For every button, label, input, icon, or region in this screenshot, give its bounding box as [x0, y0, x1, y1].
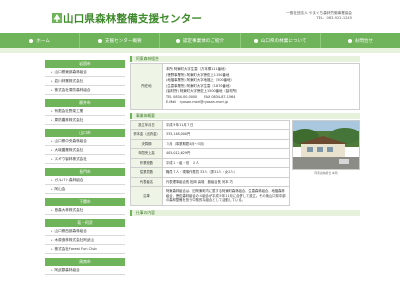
site-title[interactable]: 山口県森林整備支援センター [63, 11, 202, 26]
sidebar-link[interactable]: 阿武郡森林組合 [45, 266, 125, 275]
sidebar-link[interactable]: 岩川林業株式会社 [45, 77, 125, 86]
sidebar-group-heading: 長門市 [45, 168, 125, 176]
nav-label: お問合せ [354, 38, 374, 44]
overview-value: 335,148,000円 [162, 129, 290, 140]
photo-block: 阿東森林組合 本所 [292, 119, 360, 206]
nav-label: 認定事業体のご紹介 [182, 38, 225, 44]
office-building-image [293, 120, 359, 169]
overview-table: 設立年月日 平成９年11月７日 資本金（出資金） 335,148,000円 決算期 ３月（… [130, 119, 290, 206]
sidebar-link[interactable]: 周防農林株式会社 [45, 116, 125, 125]
address-label: 所在地 [130, 63, 163, 110]
sidebar-group-heading: 下関市 [45, 198, 125, 206]
photo-caption: 阿東森林組合 本所 [314, 170, 338, 175]
address-value: 本所 阿東町大字生雲（万本郷111番地） (徳野事業所) 阿東町大字徳佐上1150… [162, 63, 360, 110]
nav-label: ホーム [36, 38, 50, 44]
overview-label: 設立年月日 [130, 119, 163, 130]
sidebar-link[interactable]: 株式会社Forest Fun Club [45, 245, 125, 254]
overview-value: 職員７人・現場作業員 33人（男31人・女2人） [162, 167, 290, 178]
overview-label: 資本金（出資金） [130, 129, 163, 140]
overview-row: 設立年月日 平成９年11月７日 [130, 119, 290, 130]
address-line: E-Mail ryosan-mori@ryosan-mori.jp [166, 100, 229, 104]
sidebar-link[interactable]: 山口県東部森林組合 [45, 68, 125, 77]
nav-home[interactable]: ホーム [0, 33, 81, 48]
sidebar-group-heading: 萩・阿武 [45, 219, 125, 227]
site-header: 山口県森林整備支援センター 一般社団法人 やまぐち森林労働事業協会 TEL：08… [0, 0, 400, 30]
overview-value: 阿東森林組合は、旧阿東町内に属する阿東町森林組合、生雲森林組合、地福森林組合、徳… [162, 186, 290, 206]
overview-block: 設立年月日 平成９年11月７日 資本金（出資金） 335,148,000円 決算期 ３月（… [130, 119, 360, 206]
bullet-icon [29, 38, 34, 43]
bullet-icon [253, 38, 258, 43]
sidebar-link[interactable]: 山口県西部森林組合 [45, 227, 125, 236]
section-title-work: 仕事の内容 [130, 209, 360, 216]
sidebar-link[interactable]: 阿山会 [45, 185, 125, 194]
sidebar-group-heading: 柳井市 [45, 99, 125, 107]
nav-label: 支援センター概要 [104, 38, 142, 44]
sidebar-link[interactable]: 株式会社周防森林組合 [45, 86, 125, 95]
sidebar-link[interactable]: 有限会社野菜工業 [45, 107, 125, 116]
nav-yamaguchi-forestry[interactable]: 山口県の林業について [241, 33, 321, 48]
main-nav: ホーム 支援センター概要 認定事業体のご紹介 山口県の林業について お問合せ [0, 33, 400, 48]
sidebar-link[interactable]: 島森大林株式会社 [45, 206, 125, 215]
overview-row: 作業班数 平成１・組・班 ２人 [130, 157, 290, 168]
overview-label: 従業員数 [130, 167, 163, 178]
nav-certified-entities[interactable]: 認定事業体のご紹介 [160, 33, 241, 48]
overview-row: 従業員数 職員７人・現場作業員 33人（男31人・女2人） [130, 167, 290, 178]
overview-label: 作業班数 [130, 157, 163, 168]
overview-label: 代表者名 [130, 176, 163, 187]
org-phone: TEL：083-922-1245 [316, 16, 352, 20]
overview-label: 沿革 [130, 186, 163, 206]
overview-row: 代表者名 代表理事組合長 松岡 喜雄 副組合長 河本 巧 [130, 176, 290, 187]
nav-underline [0, 48, 400, 53]
overview-row: 資本金（出資金） 335,148,000円 [130, 129, 290, 140]
overview-row: 沿革 阿東森林組合は、旧阿東町内に属する阿東町森林組合、生雲森林組合、地福森林組合… [130, 186, 290, 206]
address-table: 所在地 本所 阿東町大字生雲（万本郷111番地） (徳野事業所) 阿東町大字徳佐上… [130, 63, 360, 110]
nav-center-overview[interactable]: 支援センター概要 [80, 33, 161, 48]
header-contact: 一般社団法人 やまぐち森林労働事業協会 TEL：083-922-1245 [286, 11, 352, 21]
sidebar-group-heading: 山口市 [45, 129, 125, 137]
sidebar: 岩国市山口県東部森林組合岩川林業株式会社株式会社周防森林組合柳井市有限会社野菜工… [45, 60, 125, 279]
sidebar-link[interactable]: ガルバト森林組合 [45, 176, 125, 185]
overview-value: 代表理事組合長 松岡 喜雄 副組合長 河本 巧 [162, 176, 290, 187]
overview-value: 平成９年11月７日 [162, 119, 290, 130]
sidebar-link[interactable]: 山口県中央森林組合 [45, 137, 125, 146]
overview-row: 年間売上高 405,012,629円 [130, 148, 290, 159]
sidebar-group-heading: 岩国市 [45, 60, 125, 68]
overview-value: 平成１・組・班 ２人 [162, 157, 290, 168]
nav-contact[interactable]: お問合せ [321, 33, 400, 48]
bullet-icon [175, 38, 180, 43]
overview-label: 決算期 [130, 138, 163, 149]
bullet-icon [347, 38, 352, 43]
overview-label: 年間売上高 [130, 148, 163, 159]
tree-logo-icon [52, 13, 62, 23]
sidebar-link[interactable]: 木原造林株式会社阿武山 [45, 236, 125, 245]
nav-label: 山口県の林業について [260, 38, 307, 44]
overview-value: ３月（事業期間4月～3月） [162, 138, 290, 149]
main-content: 阿東森林組合 所在地 本所 阿東町大字生雲（万本郷111番地） (徳野事業所) 阿… [130, 56, 360, 217]
overview-row: 決算期 ３月（事業期間4月～3月） [130, 138, 290, 149]
section-title-entity: 阿東森林組合 [130, 56, 360, 62]
section-title-overview: 事業体概要 [130, 112, 360, 119]
office-photo [292, 119, 360, 170]
bullet-icon [97, 38, 102, 43]
sidebar-group-heading: 周南市 [45, 258, 125, 266]
sidebar-link[interactable]: スギウ製林株式会社 [45, 155, 125, 164]
sidebar-link[interactable]: 大城農業株式会社 [45, 146, 125, 155]
overview-value: 405,012,629円 [162, 148, 290, 159]
